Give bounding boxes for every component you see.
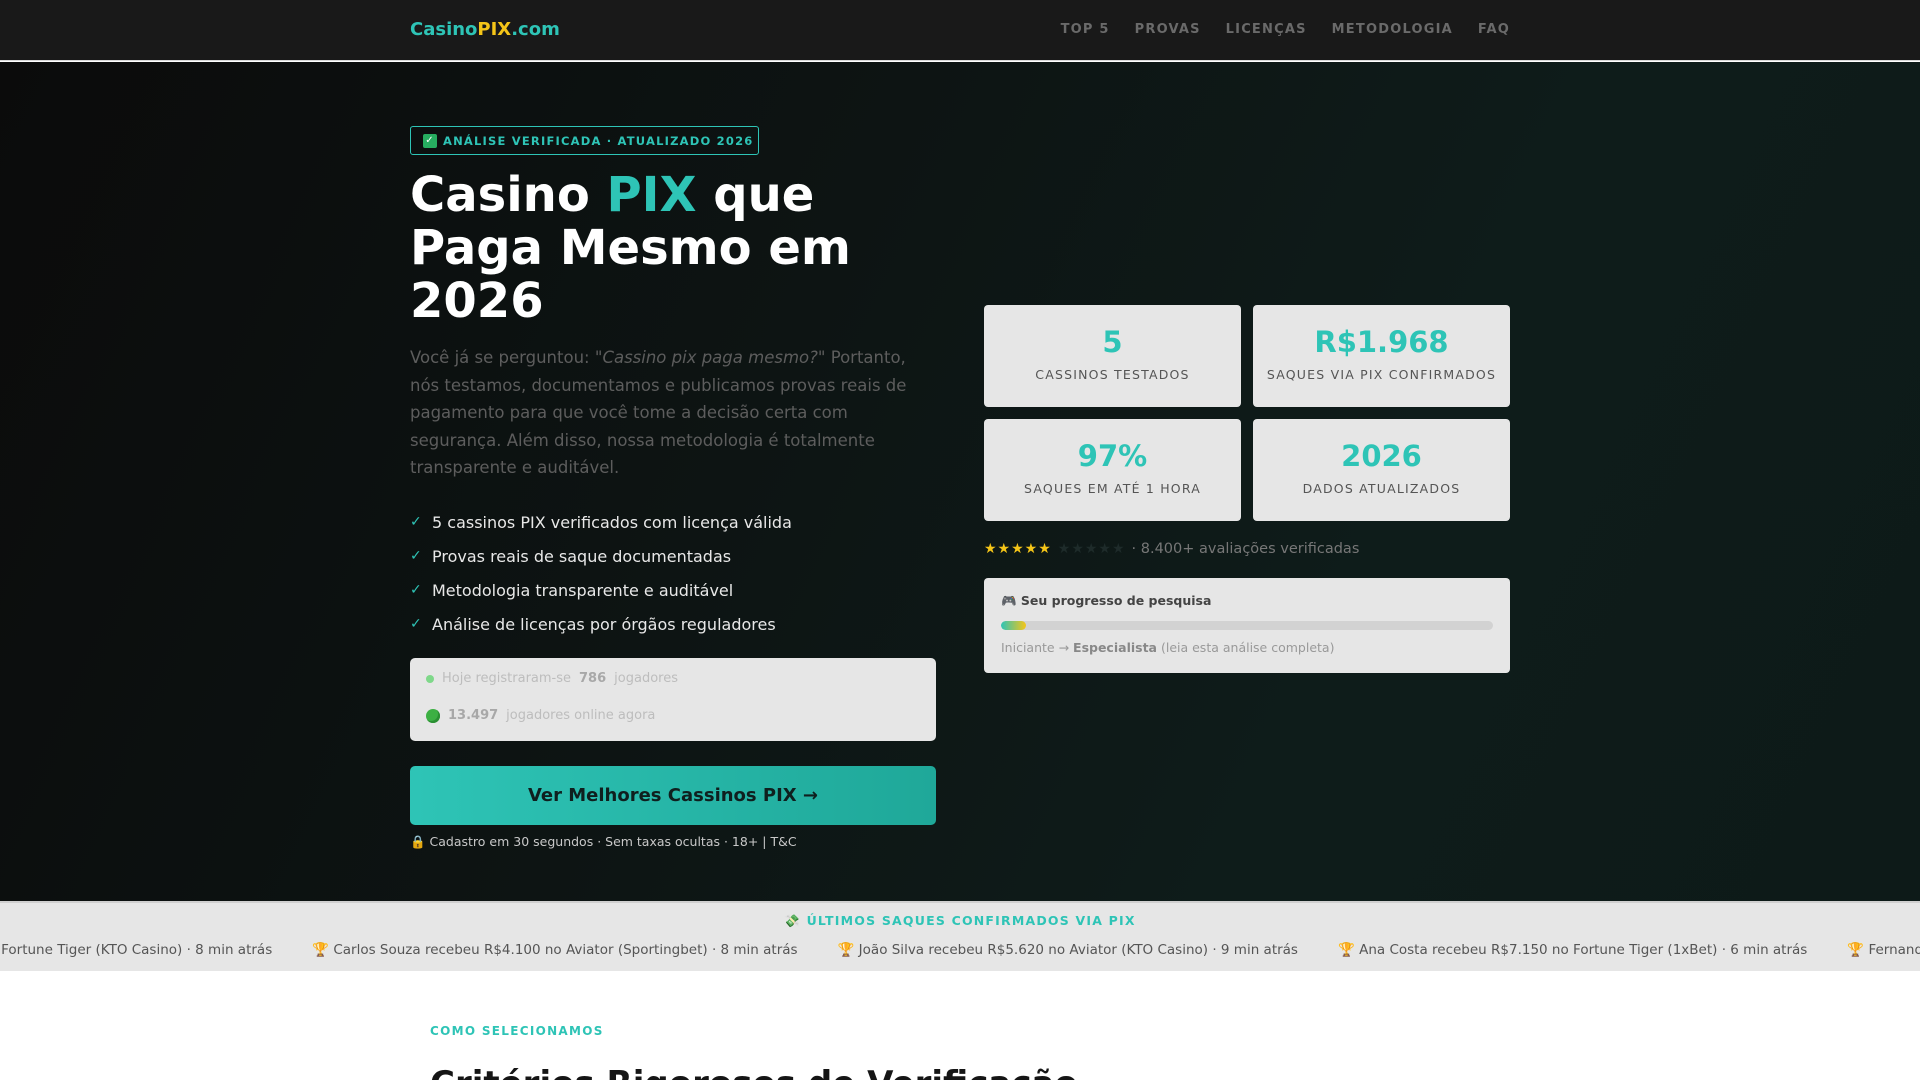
hero-title-highlight: PIX	[606, 167, 697, 223]
stat-value: 97%	[1077, 439, 1148, 473]
checkmark-icon: ✓	[410, 548, 422, 564]
nav-link-top5[interactable]: TOP 5	[1061, 22, 1110, 37]
check-box-icon: ✓	[423, 133, 437, 148]
hero-intro: Você já se perguntou: "Cassino pix paga …	[410, 344, 940, 482]
verified-badge-text: ANÁLISE VERIFICADA · ATUALIZADO 2026	[443, 133, 754, 148]
stat-label: SAQUES VIA PIX CONFIRMADOS	[1266, 367, 1497, 382]
progress-note-level: Especialista	[1073, 640, 1157, 655]
rating-row: ★★★★★ ★★★★★ · 8.400+ avaliações verifica…	[984, 541, 1359, 557]
checkmark-icon: ✓	[410, 616, 422, 632]
ticker-track: no Fortune Tiger (KTO Casino) · 8 min at…	[0, 942, 1920, 958]
hero-title: Casino PIX que Paga Mesmo em 2026	[410, 169, 930, 328]
registrations-today: Hoje registraram-se 786 jogadores	[426, 671, 678, 686]
ticker-item: 🏆 Ana Costa recebeu R$7.150 no Fortune T…	[1337, 942, 1808, 958]
selection-section: COMO SELECIONAMOS Critérios Rigorosos de…	[0, 971, 1920, 1080]
star-outline-icon: ★★★★★	[1057, 541, 1126, 557]
benefit-text: Análise de licenças por órgãos regulador…	[432, 614, 776, 634]
hero-section: ✓ ANÁLISE VERIFICADA · ATUALIZADO 2026 C…	[0, 62, 1920, 901]
nav-link-metodologia[interactable]: METODOLOGIA	[1332, 22, 1453, 37]
ticker-item: 🏆 Carlos Souza recebeu R$4.100 no Aviato…	[312, 942, 798, 958]
progress-bar-fill	[1001, 621, 1026, 630]
logo-part-casino: Casino	[410, 19, 478, 40]
logo-part-pix: PIX	[477, 19, 512, 40]
progress-title: 🎮 Seu progresso de pesquisa	[1001, 593, 1212, 608]
benefit-text: Provas reais de saque documentadas	[432, 546, 732, 566]
stat-value: 2026	[1341, 439, 1422, 473]
registrations-count: 786	[579, 671, 607, 686]
nav-link-provas[interactable]: PROVAS	[1135, 22, 1201, 37]
benefit-item: ✓ Metodologia transparente e auditável	[410, 573, 792, 607]
section-eyebrow: COMO SELECIONAMOS	[430, 1024, 604, 1038]
ticker-item: no Fortune Tiger (KTO Casino) · 8 min at…	[0, 942, 273, 958]
logo-part-domain: .com	[511, 19, 560, 40]
checkmark-icon: ✓	[410, 582, 422, 598]
hero-intro-start: Você já se perguntou: "	[410, 348, 603, 367]
star-rating-icon: ★★★★★	[984, 541, 1052, 557]
players-online-count: 13.497	[448, 708, 499, 723]
stat-label: DADOS ATUALIZADOS	[1302, 481, 1461, 496]
ticker-item: 🏆 Fernanda Roch	[1847, 942, 1920, 958]
players-online: 13.497 jogadores online agora	[426, 708, 655, 723]
progress-bar	[1001, 621, 1493, 630]
progress-note-start: Iniciante →	[1001, 640, 1074, 655]
rating-text: · 8.400+ avaliações verificadas	[1131, 541, 1360, 557]
live-activity-box: Hoje registraram-se 786 jogadores 13.497…	[410, 658, 936, 741]
logo[interactable]: CasinoPIX.com	[410, 19, 560, 40]
hero-intro-question: Cassino pix paga mesmo?	[602, 348, 818, 367]
registrations-label: Hoje registraram-se	[442, 671, 572, 686]
ticker-title: 💸 ÚLTIMOS SAQUES CONFIRMADOS VIA PIX	[784, 913, 1136, 928]
cta-button[interactable]: Ver Melhores Cassinos PIX →	[410, 766, 936, 825]
stat-value: 5	[1102, 325, 1123, 359]
cta-disclaimer: 🔒 Cadastro em 30 segundos · Sem taxas oc…	[410, 834, 797, 849]
benefit-text: 5 cassinos PIX verificados com licença v…	[432, 512, 792, 532]
benefit-item: ✓ 5 cassinos PIX verificados com licença …	[410, 505, 792, 539]
stat-card: 2026 DADOS ATUALIZADOS	[1253, 419, 1510, 521]
benefit-item: ✓ Análise de licenças por órgãos regulado…	[410, 607, 792, 641]
progress-note: Iniciante → Especialista (leia esta anál…	[1001, 640, 1334, 655]
status-dot-icon	[426, 674, 434, 683]
stat-card: R$1.968 SAQUES VIA PIX CONFIRMADOS	[1253, 305, 1510, 407]
nav-link-licencas[interactable]: LICENÇAS	[1226, 22, 1307, 37]
verified-badge: ✓ ANÁLISE VERIFICADA · ATUALIZADO 2026	[410, 126, 759, 155]
navbar: CasinoPIX.com TOP 5 PROVAS LICENÇAS METO…	[0, 0, 1920, 61]
progress-note-end: (leia esta análise completa)	[1157, 640, 1335, 655]
stat-label: CASSINOS TESTADOS	[1035, 367, 1190, 382]
hero-title-start: Casino	[410, 167, 607, 223]
checkmark-icon: ✓	[410, 514, 422, 530]
green-circle-icon	[426, 708, 440, 723]
stat-card: 97% SAQUES EM ATÉ 1 HORA	[984, 419, 1241, 521]
stat-label: SAQUES EM ATÉ 1 HORA	[1024, 481, 1201, 496]
research-progress-card: 🎮 Seu progresso de pesquisa Iniciante → …	[984, 578, 1510, 673]
benefit-text: Metodologia transparente e auditável	[432, 580, 734, 600]
stat-card: 5 CASSINOS TESTADOS	[984, 305, 1241, 407]
benefits-list: ✓ 5 cassinos PIX verificados com licença …	[410, 505, 792, 641]
players-online-label: jogadores online agora	[506, 708, 656, 723]
ticker-item: 🏆 João Silva recebeu R$5.620 no Aviator …	[837, 942, 1298, 958]
stat-value: R$1.968	[1314, 325, 1449, 359]
main-nav: TOP 5 PROVAS LICENÇAS METODOLOGIA FAQ	[1061, 22, 1510, 37]
section-title: Critérios Rigorosos de Verificação	[430, 1064, 1078, 1080]
hero-intro-end: " Portanto, nós testamos, documentamos e…	[410, 348, 907, 477]
withdrawals-ticker: 💸 ÚLTIMOS SAQUES CONFIRMADOS VIA PIX no …	[0, 901, 1920, 971]
benefit-item: ✓ Provas reais de saque documentadas	[410, 539, 792, 573]
registrations-suffix: jogadores	[614, 671, 678, 686]
nav-link-faq[interactable]: FAQ	[1478, 22, 1510, 37]
